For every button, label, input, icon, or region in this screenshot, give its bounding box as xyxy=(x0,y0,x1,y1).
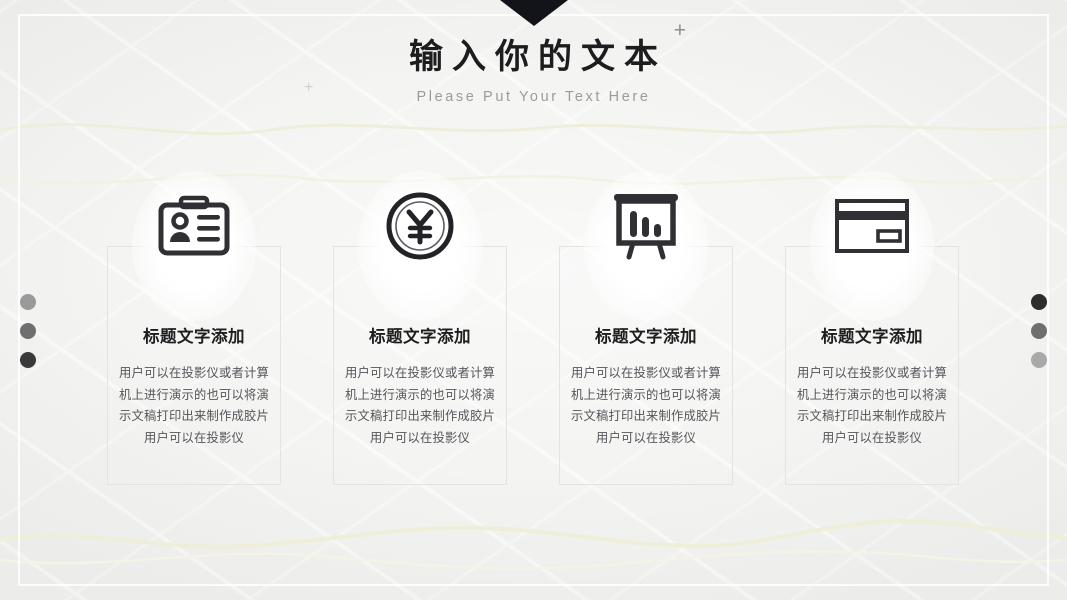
slide-header: 输入你的文本 + + Please Put Your Text Here xyxy=(0,19,1067,105)
feature-card-row: 标题文字添加 用户可以在投影仪或者计算机上进行演示的也可以将演示文稿打印出来制作… xyxy=(107,171,959,486)
presentation-chart-icon xyxy=(603,189,689,263)
right-dot-2 xyxy=(1031,323,1047,339)
top-triangle-marker xyxy=(499,0,568,26)
card-title: 标题文字添加 xyxy=(369,328,471,346)
feature-card-2[interactable]: 标题文字添加 用户可以在投影仪或者计算机上进行演示的也可以将演示文稿打印出来制作… xyxy=(333,171,507,485)
page-title: 输入你的文本 + + xyxy=(304,19,695,96)
left-dot-group xyxy=(20,294,36,368)
card-body-text: 用户可以在投影仪或者计算机上进行演示的也可以将演示文稿打印出来制作成胶片用户可以… xyxy=(571,366,721,445)
left-dot-1 xyxy=(20,294,36,310)
card-title: 标题文字添加 xyxy=(595,328,697,346)
card-body-text: 用户可以在投影仪或者计算机上进行演示的也可以将演示文稿打印出来制作成胶片用户可以… xyxy=(797,366,947,445)
right-dot-1 xyxy=(1031,294,1047,310)
feature-card-1[interactable]: 标题文字添加 用户可以在投影仪或者计算机上进行演示的也可以将演示文稿打印出来制作… xyxy=(107,171,281,485)
slide-canvas: 输入你的文本 + + Please Put Your Text Here 标题文… xyxy=(0,0,1067,600)
page-subtitle: Please Put Your Text Here xyxy=(416,88,651,105)
feature-card-3[interactable]: 标题文字添加 用户可以在投影仪或者计算机上进行演示的也可以将演示文稿打印出来制作… xyxy=(559,171,733,485)
feature-card-4[interactable]: 标题文字添加 用户可以在投影仪或者计算机上进行演示的也可以将演示文稿打印出来制作… xyxy=(785,171,959,485)
left-dot-2 xyxy=(20,323,36,339)
right-dot-group xyxy=(1031,294,1047,368)
card-body-text: 用户可以在投影仪或者计算机上进行演示的也可以将演示文稿打印出来制作成胶片用户可以… xyxy=(345,366,495,445)
wave-line-top xyxy=(0,122,1067,136)
plus-decoration-icon: + xyxy=(673,19,695,42)
wave-line-bottom-secondary xyxy=(0,550,1067,570)
plus-decoration-small-icon: + xyxy=(304,79,323,96)
card-title: 标题文字添加 xyxy=(821,328,923,346)
card-title: 标题文字添加 xyxy=(143,328,245,346)
right-dot-3 xyxy=(1031,352,1047,368)
wave-line-bottom xyxy=(0,519,1067,549)
card-body-text: 用户可以在投影仪或者计算机上进行演示的也可以将演示文稿打印出来制作成胶片用户可以… xyxy=(119,366,269,445)
id-card-icon xyxy=(151,189,237,263)
credit-card-icon xyxy=(829,189,915,263)
left-dot-3 xyxy=(20,352,36,368)
yuan-coin-icon xyxy=(377,189,463,263)
